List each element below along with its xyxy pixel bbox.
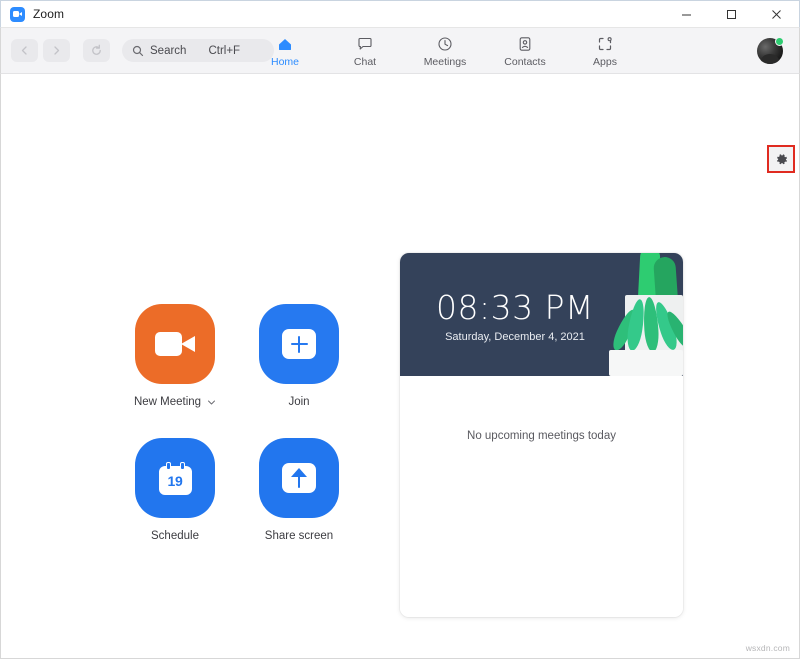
clock-header: 08:33 PM Saturday, December 4, 2021 [400,253,683,376]
chat-bubble-icon [356,35,374,54]
new-meeting-button[interactable]: New Meeting [113,304,237,438]
share-screen-label: Share screen [264,530,334,542]
tab-chat[interactable]: Chat [336,35,394,68]
navigation-buttons [11,39,110,62]
clock-icon [436,35,454,54]
plus-icon [282,329,316,359]
refresh-icon[interactable] [83,39,110,62]
minimize-icon[interactable] [664,1,709,28]
tab-apps-label: Apps [593,55,617,68]
settings-gear-highlight [767,145,795,173]
maximize-icon[interactable] [709,1,754,28]
potted-plant-illustration [597,253,683,376]
calendar-icon: 19 [158,461,192,495]
current-date: Saturday, December 4, 2021 [445,331,585,343]
join-label: Join [288,396,310,408]
new-meeting-label: New Meeting [133,396,202,408]
schedule-label: Schedule [151,530,199,542]
join-button[interactable]: Join [237,304,361,438]
apps-icon [596,35,614,54]
tab-meetings-label: Meetings [423,55,467,68]
tab-meetings[interactable]: Meetings [416,35,474,68]
status-badge [775,37,784,46]
watermark: wsxdn.com [745,643,790,653]
new-meeting-tile[interactable] [135,304,215,384]
chevron-right-icon[interactable] [43,39,70,62]
current-time: 08:33 PM [436,288,594,327]
share-screen-button[interactable]: Share screen [237,438,361,572]
join-tile[interactable] [259,304,339,384]
tab-home-label: Home [270,55,299,68]
arrow-up-icon [291,468,307,488]
zoom-window: Zoom Search Ctrl+F Home Chat Meetings Co… [0,0,800,659]
tab-contacts-label: Contacts [504,55,546,68]
video-camera-icon [155,332,195,356]
chevron-down-icon[interactable] [207,398,216,407]
schedule-button[interactable]: 19 Schedule [113,438,237,572]
contact-card-icon [516,35,534,54]
tab-chat-label: Chat [353,55,377,68]
title-bar: Zoom [0,0,800,28]
nav-tabs: Home Chat Meetings Contacts Apps [256,28,634,74]
calendar-day: 19 [167,472,183,489]
close-icon[interactable] [754,1,799,28]
schedule-tile[interactable]: 19 [135,438,215,518]
share-screen-tile[interactable] [259,438,339,518]
window-controls [664,1,799,28]
chevron-left-icon[interactable] [11,39,38,62]
tab-apps[interactable]: Apps [576,35,634,68]
upcoming-meetings-card: 08:33 PM Saturday, December 4, 2021 No u… [400,253,683,617]
gear-icon[interactable] [770,148,792,170]
tab-contacts[interactable]: Contacts [496,35,554,68]
search-icon [132,45,144,57]
card-body: No upcoming meetings today [400,376,683,617]
share-screen-surface [282,463,316,493]
search-placeholder: Search [150,44,187,57]
zoom-camera-icon [10,6,25,22]
home-icon [276,35,294,54]
toolbar: Search Ctrl+F Home Chat Meetings Contact… [0,28,800,74]
empty-state-text: No upcoming meetings today [467,430,616,442]
home-content: New Meeting Join 19 Schedule Share scree… [0,74,800,659]
search-shortcut: Ctrl+F [208,44,241,57]
search-input[interactable]: Search Ctrl+F [122,39,274,62]
tab-home[interactable]: Home [256,35,314,68]
window-title: Zoom [33,7,65,21]
avatar[interactable] [757,37,784,64]
quick-actions: New Meeting Join 19 Schedule Share scree… [113,304,361,572]
